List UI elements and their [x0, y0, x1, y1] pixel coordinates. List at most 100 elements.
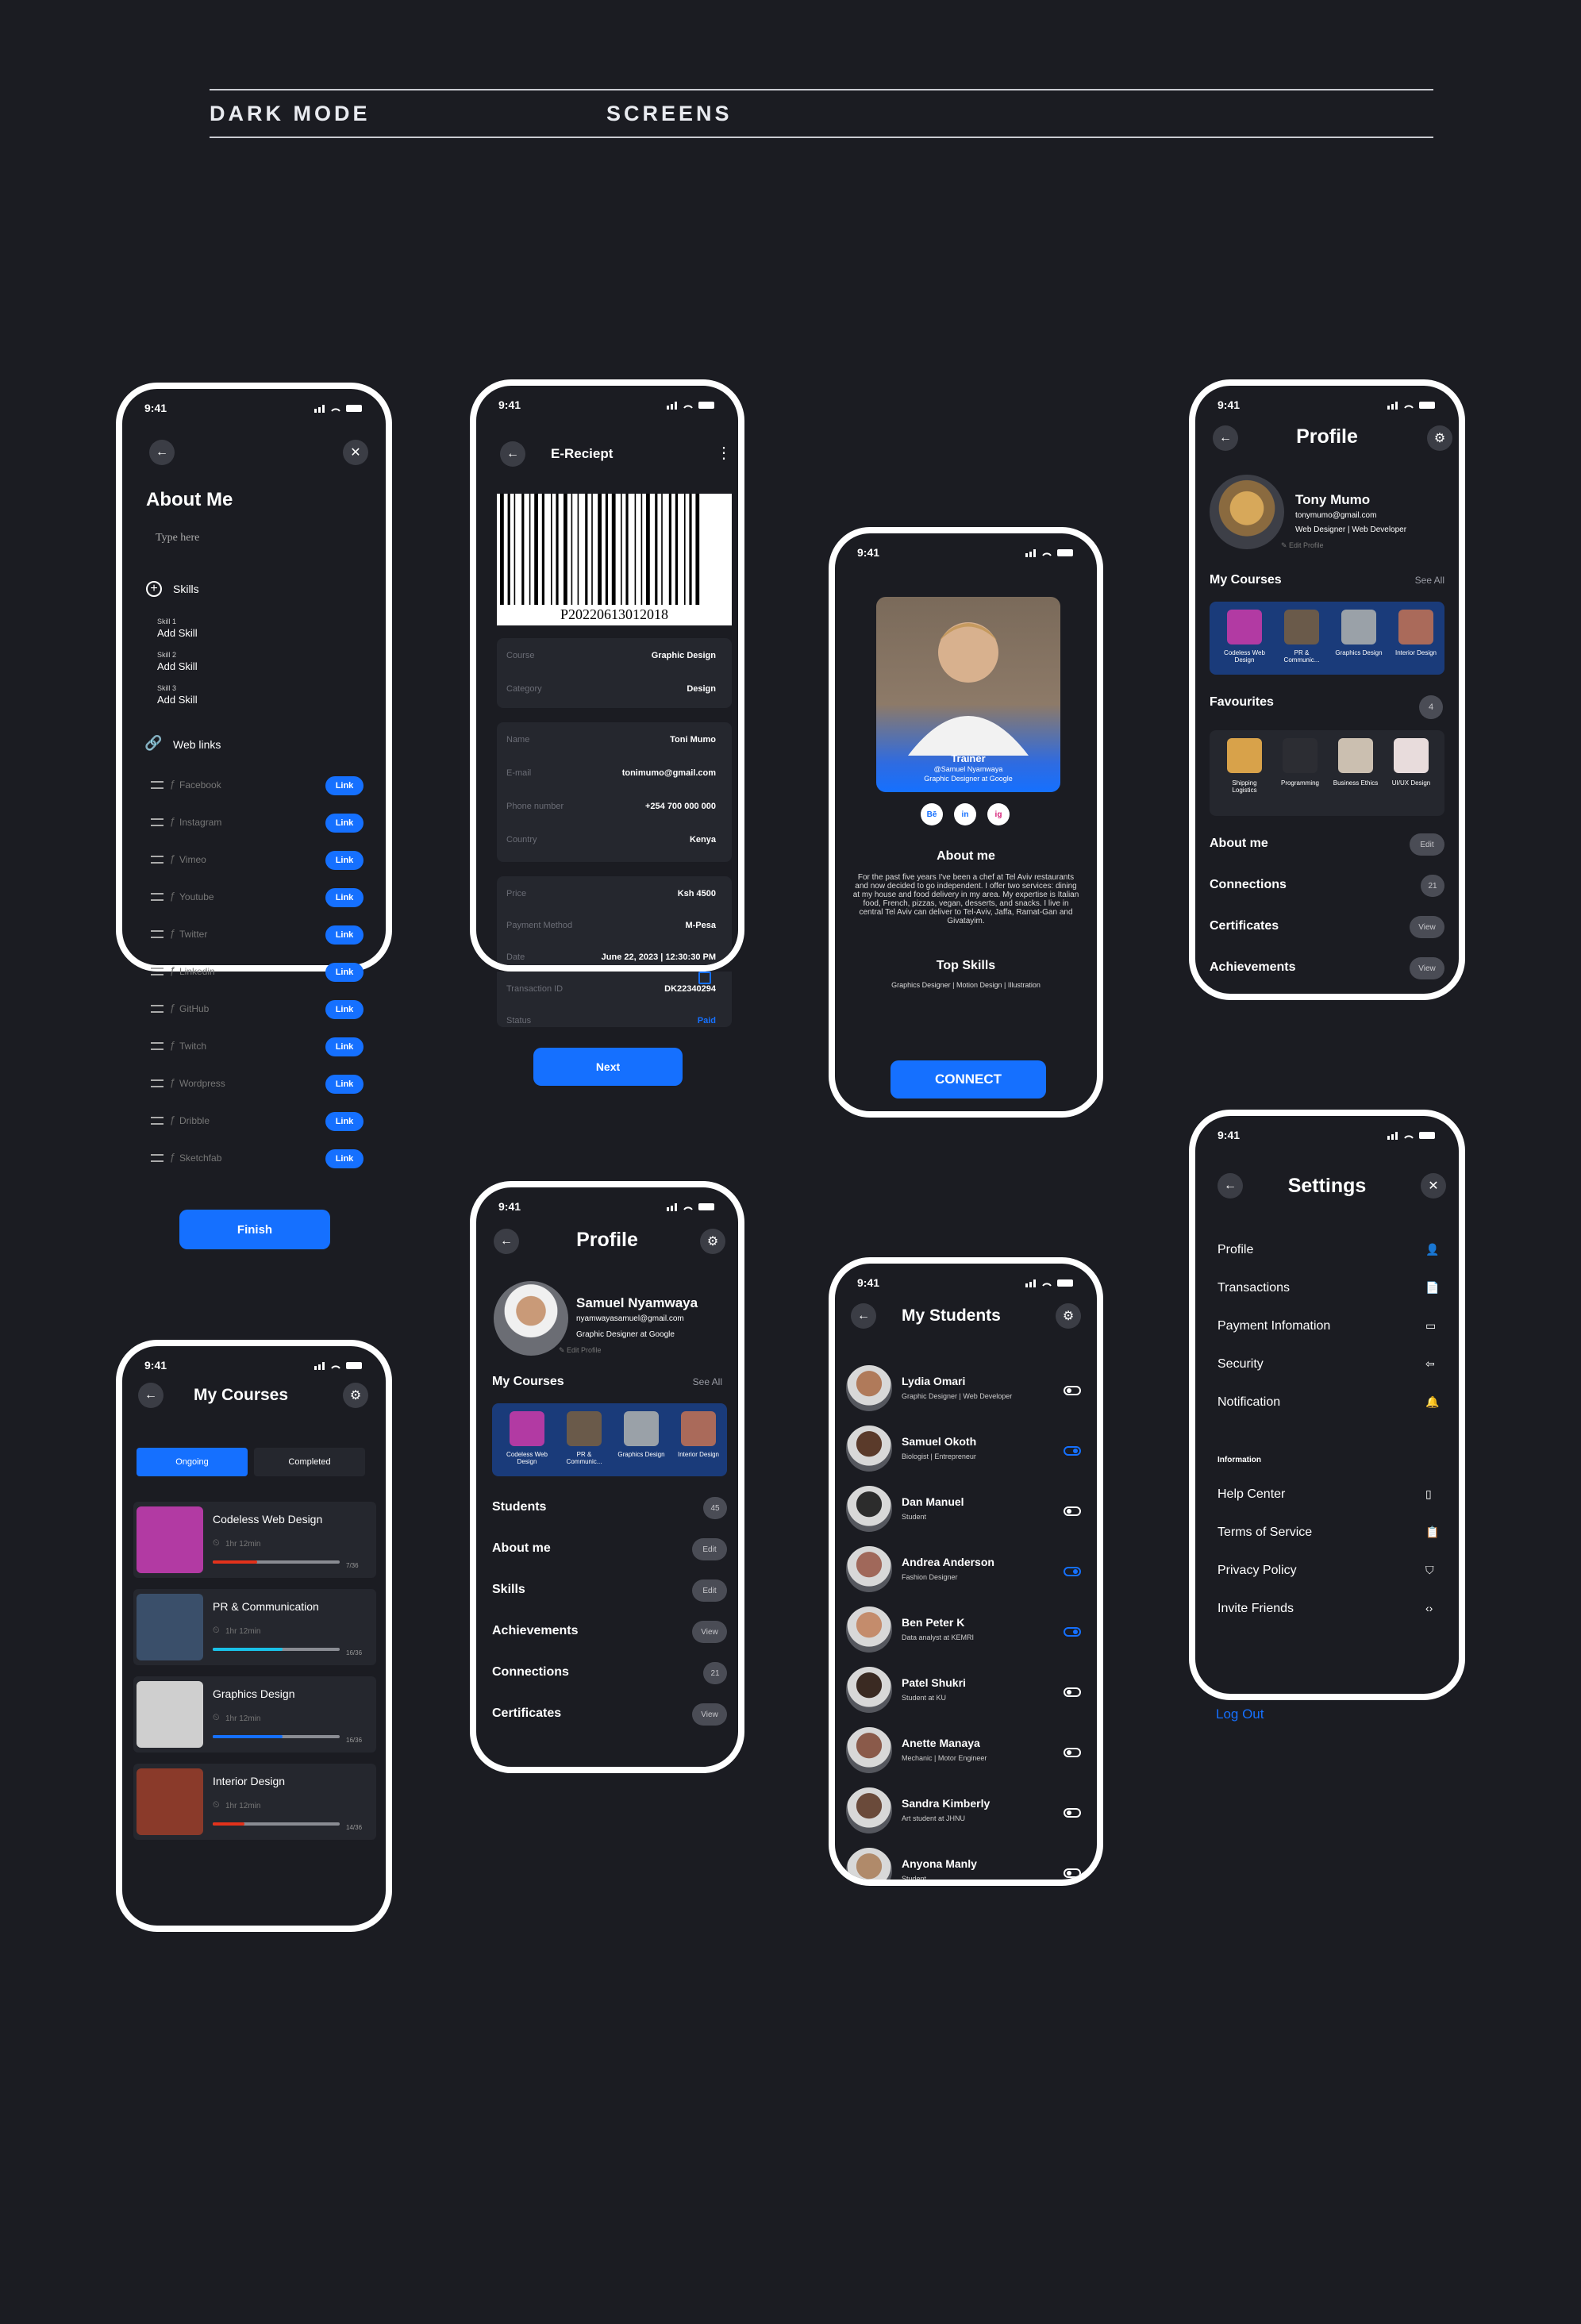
favourite-thumb[interactable] [1227, 738, 1262, 773]
profile-row-action[interactable]: Edit [692, 1579, 727, 1602]
link-button[interactable]: Link [325, 1075, 364, 1094]
student-toggle[interactable] [1064, 1808, 1081, 1818]
link-button[interactable]: Link [325, 888, 364, 907]
profile-row-action[interactable]: View [692, 1703, 727, 1726]
about-textarea[interactable]: Type here [156, 532, 354, 544]
course-thumb[interactable] [510, 1411, 544, 1446]
drag-handle-icon[interactable] [151, 893, 163, 901]
settings-item[interactable]: Notification [1217, 1395, 1280, 1410]
profile-row-label[interactable]: Achievements [1210, 960, 1296, 975]
course-thumb[interactable] [624, 1411, 659, 1446]
see-all-link[interactable]: See All [1415, 575, 1444, 586]
profile-row-label[interactable]: Connections [492, 1665, 569, 1680]
back-button[interactable]: ← [149, 440, 175, 465]
link-button[interactable]: Link [325, 814, 364, 833]
settings-item[interactable]: Security [1217, 1357, 1264, 1372]
profile-row-label[interactable]: Achievements [492, 1624, 579, 1638]
close-button[interactable]: ✕ [343, 440, 368, 465]
drag-handle-icon[interactable] [151, 1005, 163, 1013]
student-name[interactable]: Dan Manuel [902, 1495, 964, 1508]
student-name[interactable]: Lydia Omari [902, 1375, 965, 1387]
finish-button[interactable]: Finish [179, 1210, 330, 1249]
settings-gear-icon[interactable]: ⚙ [1056, 1303, 1081, 1329]
profile-row-action[interactable]: Edit [1410, 833, 1444, 856]
settings-gear-icon[interactable]: ⚙ [1427, 425, 1452, 451]
link-button[interactable]: Link [325, 1037, 364, 1056]
back-button[interactable]: ← [500, 441, 525, 467]
link-button[interactable]: Link [325, 851, 364, 870]
skill-value[interactable]: Add Skill [157, 660, 198, 672]
course-thumb[interactable] [1284, 610, 1319, 644]
profile-row-action[interactable]: Edit [692, 1538, 727, 1560]
student-toggle[interactable] [1064, 1748, 1081, 1757]
profile-row-action[interactable]: 21 [1421, 875, 1444, 897]
profile-row-action[interactable]: 45 [703, 1497, 727, 1519]
student-toggle[interactable] [1064, 1446, 1081, 1456]
back-button[interactable]: ← [138, 1383, 163, 1408]
profile-row-label[interactable]: Skills [492, 1583, 525, 1597]
drag-handle-icon[interactable] [151, 1117, 163, 1125]
favourite-thumb[interactable] [1394, 738, 1429, 773]
tab-ongoing[interactable]: Ongoing [137, 1448, 248, 1476]
student-toggle[interactable] [1064, 1627, 1081, 1637]
student-name[interactable]: Anyona Manly [902, 1857, 977, 1870]
tab-completed[interactable]: Completed [254, 1448, 365, 1476]
settings-item[interactable]: Transactions [1217, 1281, 1290, 1295]
settings-item[interactable]: Payment Infomation [1217, 1319, 1330, 1333]
close-button[interactable]: ✕ [1421, 1173, 1446, 1199]
profile-row-label[interactable]: Students [492, 1500, 546, 1514]
edit-profile-link[interactable]: ✎ Edit Profile [559, 1346, 602, 1355]
edit-profile-link[interactable]: ✎ Edit Profile [1281, 541, 1324, 550]
student-name[interactable]: Anette Manaya [902, 1737, 980, 1749]
student-name[interactable]: Andrea Anderson [902, 1556, 994, 1568]
settings-info-item[interactable]: Terms of Service [1217, 1526, 1312, 1540]
profile-row-label[interactable]: Connections [1210, 878, 1287, 892]
drag-handle-icon[interactable] [151, 1154, 163, 1162]
profile-row-action[interactable]: View [1410, 957, 1444, 979]
student-toggle[interactable] [1064, 1386, 1081, 1395]
student-name[interactable]: Sandra Kimberly [902, 1797, 990, 1810]
link-button[interactable]: Link [325, 1112, 364, 1131]
student-toggle[interactable] [1064, 1868, 1081, 1878]
see-all-link[interactable]: See All [693, 1376, 722, 1387]
settings-item[interactable]: Profile [1217, 1243, 1253, 1257]
profile-row-action[interactable]: 21 [703, 1662, 727, 1684]
drag-handle-icon[interactable] [151, 781, 163, 789]
course-thumb[interactable] [1341, 610, 1376, 644]
student-name[interactable]: Patel Shukri [902, 1676, 966, 1689]
link-button[interactable]: Link [325, 1149, 364, 1168]
link-button[interactable]: Link [325, 925, 364, 945]
drag-handle-icon[interactable] [151, 1042, 163, 1050]
student-toggle[interactable] [1064, 1687, 1081, 1697]
settings-gear-icon[interactable]: ⚙ [700, 1229, 725, 1254]
profile-row-action[interactable]: View [1410, 916, 1444, 938]
settings-gear-icon[interactable]: ⚙ [343, 1383, 368, 1408]
instagram-icon[interactable]: ig [987, 803, 1010, 825]
link-button[interactable]: Link [325, 963, 364, 982]
profile-row-label[interactable]: Certificates [1210, 919, 1279, 933]
course-thumb[interactable] [681, 1411, 716, 1446]
back-button[interactable]: ← [851, 1303, 876, 1329]
course-thumb[interactable] [567, 1411, 602, 1446]
profile-row-label[interactable]: Certificates [492, 1706, 561, 1721]
student-toggle[interactable] [1064, 1567, 1081, 1576]
connect-button[interactable]: CONNECT [891, 1060, 1046, 1099]
drag-handle-icon[interactable] [151, 856, 163, 864]
drag-handle-icon[interactable] [151, 1079, 163, 1087]
skill-value[interactable]: Add Skill [157, 627, 198, 639]
profile-row-action[interactable]: View [692, 1621, 727, 1643]
next-button[interactable]: Next [533, 1048, 683, 1086]
behance-icon[interactable]: Bē [921, 803, 943, 825]
settings-info-item[interactable]: Help Center [1217, 1487, 1285, 1502]
student-name[interactable]: Samuel Okoth [902, 1435, 976, 1448]
drag-handle-icon[interactable] [151, 968, 163, 975]
copy-icon[interactable] [698, 972, 711, 984]
add-skill-icon[interactable]: + [146, 581, 162, 597]
favourite-thumb[interactable] [1283, 738, 1318, 773]
settings-info-item[interactable]: Invite Friends [1217, 1602, 1294, 1616]
profile-row-label[interactable]: About me [1210, 837, 1268, 851]
course-thumb[interactable] [1227, 610, 1262, 644]
drag-handle-icon[interactable] [151, 930, 163, 938]
more-icon[interactable]: ⋮ [716, 443, 732, 463]
favourite-thumb[interactable] [1338, 738, 1373, 773]
